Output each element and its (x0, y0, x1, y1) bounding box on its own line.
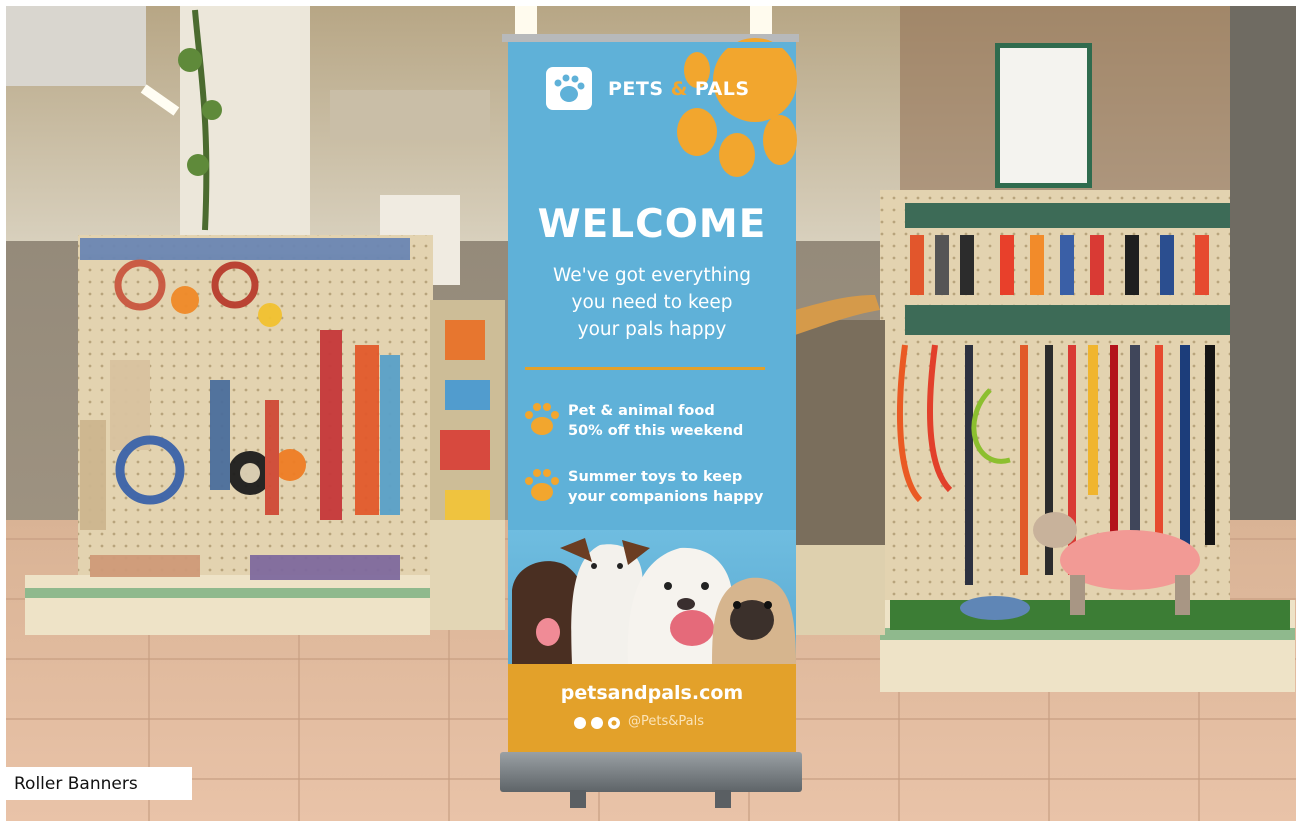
banner-website: petsandpals.com (560, 682, 744, 704)
banner-stand (500, 752, 802, 792)
brand-name: PETS & PALS (608, 78, 750, 100)
promo-line: 50% off this weekend (568, 423, 744, 439)
promo-food: Pet & animal food 50% off this weekend (568, 401, 743, 441)
brand-prefix: PETS (608, 78, 664, 100)
caption-text: Roller Banners (14, 774, 138, 794)
caption-label: Roller Banners (6, 767, 192, 800)
twitter-icon (591, 717, 603, 729)
instagram-icon (608, 717, 620, 729)
social-handle: @Pets&Pals (628, 714, 704, 729)
store-photo: PETS & PALS WELCOME We've got everything… (0, 0, 1298, 825)
promo-toys: Summer toys to keep your companions happ… (568, 467, 763, 507)
tagline-line: you need to keep (571, 292, 733, 313)
promo-line: Pet & animal food (568, 403, 715, 419)
promo-line: Summer toys to keep (568, 469, 743, 485)
brand-ampersand: & (670, 78, 688, 100)
promo-line: your companions happy (568, 489, 764, 505)
tagline-line: We've got everything (553, 265, 751, 286)
banner-headline: WELCOME (537, 202, 767, 247)
tagline-line: your pals happy (577, 319, 727, 340)
banner-divider (525, 367, 765, 370)
facebook-icon (574, 717, 586, 729)
brand-suffix: PALS (694, 78, 750, 100)
banner-tagline: We've got everything you need to keep yo… (508, 262, 796, 343)
